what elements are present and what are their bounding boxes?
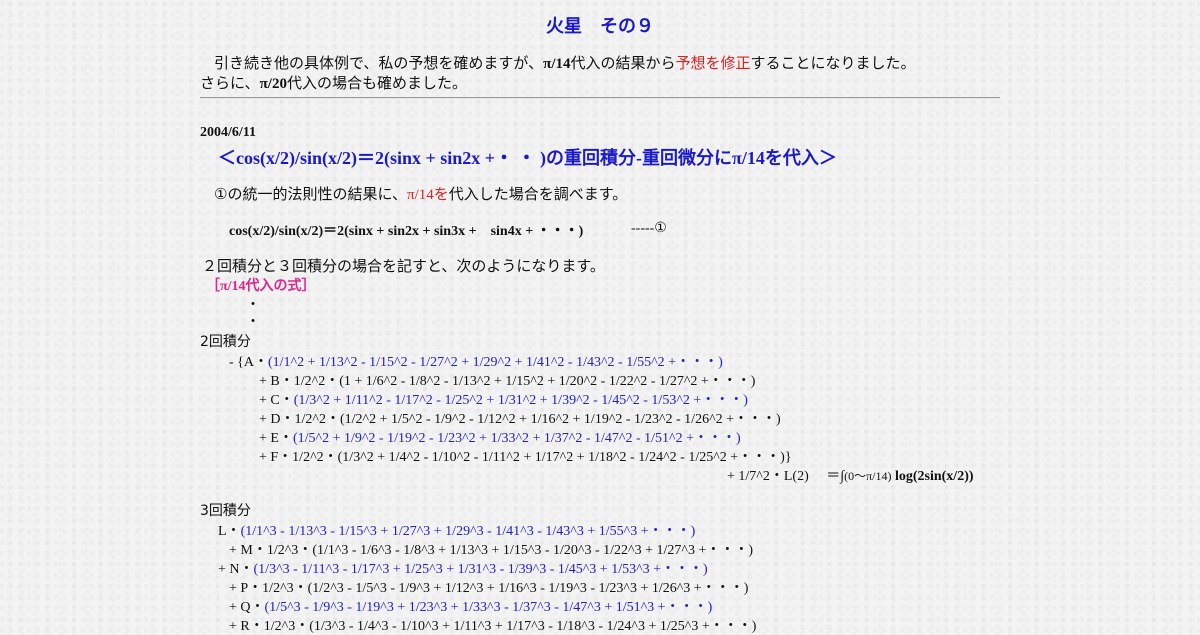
tail-log: log(2sin(x/2)) [894,469,974,484]
series-row: L・(1/1^3 - 1/13^3 - 1/15^3 + 1/27^3 + 1/… [218,520,695,540]
series-prefix: + P・1/2^3・ [229,581,308,596]
tail-range: (0～π/14) [844,469,892,483]
desc-text: 代入した場合を調べます。 [448,185,628,203]
series-row: + F・1/2^2・(1/3^2 + 1/4^2 - 1/10^2 - 1/11… [259,446,792,466]
series-prefix: + B・1/2^2・ [259,374,340,389]
series-body: (1/2^2 + 1/5^2 - 1/9^2 - 1/12^2 + 1/16^2… [339,412,781,427]
int2-tail: + 1/7^2・L(2) ＝∫(0～π/14) log(2sin(x/2)) [727,465,974,485]
series-prefix: + Q・ [229,600,265,615]
tail-term: + 1/7^2・L(2) [727,469,809,484]
series-row: + C・(1/3^2 + 1/11^2 - 1/17^2 - 1/25^2 + … [259,389,748,409]
series-row: + R・1/2^3・(1/3^3 - 1/4^3 - 1/10^3 + 1/11… [229,615,756,635]
series-body: (1/5^3 - 1/9^3 - 1/19^3 + 1/23^3 + 1/33^… [264,600,713,615]
section-heading: ＜cos(x/2)/sin(x/2)＝2(sinx + sin2x +・ ・ )… [218,148,837,168]
series-prefix: + E・ [259,431,293,446]
series-body: (1/1^2 + 1/13^2 - 1/15^2 - 1/27^2 + 1/29… [268,355,723,370]
intro-text: 代入の結果から [570,54,676,72]
series-prefix: + F・1/2^2・ [259,450,338,465]
ellipsis-dot: ・ [246,315,260,330]
series-row: + P・1/2^3・(1/2^3 - 1/5^3 - 1/9^3 + 1/12^… [229,577,748,597]
section-date: 2004/6/11 [200,125,257,140]
desc-text: ①の統一的法則性の結果に、 [214,185,407,203]
series-prefix: L・ [218,524,241,539]
series-prefix: + R・1/2^3・ [229,619,310,634]
series-body: (1/2^3 - 1/5^3 - 1/9^3 + 1/12^3 + 1/16^3… [307,581,749,596]
series-body: (1/5^2 + 1/9^2 - 1/19^2 - 1/23^2 + 1/33^… [292,431,741,446]
int2-label: 2回積分 [200,334,251,350]
series-body: (1/3^3 - 1/4^3 - 1/10^3 + 1/11^3 + 1/17^… [309,619,757,634]
series-prefix: + C・ [259,393,294,408]
series-body: (1/3^2 + 1/11^2 - 1/17^2 - 1/25^2 + 1/31… [293,393,748,408]
intro-text: 引き続き他の具体例で、私の予想を確めますが、 [214,54,544,72]
main-equation: cos(x/2)/sin(x/2)＝2(sinx + sin2x + sin3x… [229,224,584,239]
section-description: ①の統一的法則性の結果に、π/14を代入した場合を調べます。 [214,183,627,204]
formula-label: ［π/14代入の式］ [206,279,316,294]
page-title: 火星 その９ [546,16,654,37]
series-body: (1/3^3 - 1/11^3 - 1/17^3 + 1/25^3 + 1/31… [253,562,708,577]
series-row: + N・(1/3^3 - 1/11^3 - 1/17^3 + 1/25^3 + … [218,558,708,578]
intro-pi20: π/20 [259,76,287,92]
intro-text: 代入の場合も確めました。 [286,74,467,92]
series-prefix: + D・1/2^2・ [259,412,340,427]
desc-highlight: π/14を [407,187,449,203]
intro-line-1: 引き続き他の具体例で、私の予想を確めますが、π/14代入の結果から予想を修正する… [214,52,916,73]
intro-highlight: 予想を修正 [675,54,751,72]
series-row: + Q・(1/5^3 - 1/9^3 - 1/19^3 + 1/23^3 + 1… [229,596,712,616]
divider [200,97,1000,99]
intro-text: することになりました。 [750,54,916,72]
equation-ref: -----① [631,221,667,236]
series-prefix: - {A・ [229,355,268,370]
intro-text: さらに、 [200,74,260,92]
series-row: + B・1/2^2・(1 + 1/6^2 - 1/8^2 - 1/13^2 + … [259,370,755,390]
intro-line-2: さらに、π/20代入の場合も確めました。 [200,72,467,93]
series-body: (1/1^3 - 1/6^3 - 1/8^3 + 1/13^3 + 1/15^3… [312,543,754,558]
series-body: (1 + 1/6^2 - 1/8^2 - 1/13^2 + 1/15^2 + 1… [339,374,756,389]
intro-pi14: π/14 [543,56,571,72]
series-body: (1/1^3 - 1/13^3 - 1/15^3 + 1/27^3 + 1/29… [240,524,696,539]
series-prefix: + N・ [218,562,254,577]
tail-integral: ＝∫ [826,469,845,484]
int3-label: 3回積分 [200,503,251,519]
series-row: - {A・(1/1^2 + 1/13^2 - 1/15^2 - 1/27^2 +… [229,351,723,371]
section-paragraph: ２回積分と３回積分の場合を記すと、次のようになります。 [202,257,605,275]
series-row: + M・1/2^3・(1/1^3 - 1/6^3 - 1/8^3 + 1/13^… [229,539,753,559]
series-prefix: + M・1/2^3・ [229,543,313,558]
series-row: + E・(1/5^2 + 1/9^2 - 1/19^2 - 1/23^2 + 1… [259,427,741,447]
series-body: (1/3^2 + 1/4^2 - 1/10^2 - 1/11^2 + 1/17^… [337,450,792,465]
series-row: + D・1/2^2・(1/2^2 + 1/5^2 - 1/9^2 - 1/12^… [259,408,781,428]
